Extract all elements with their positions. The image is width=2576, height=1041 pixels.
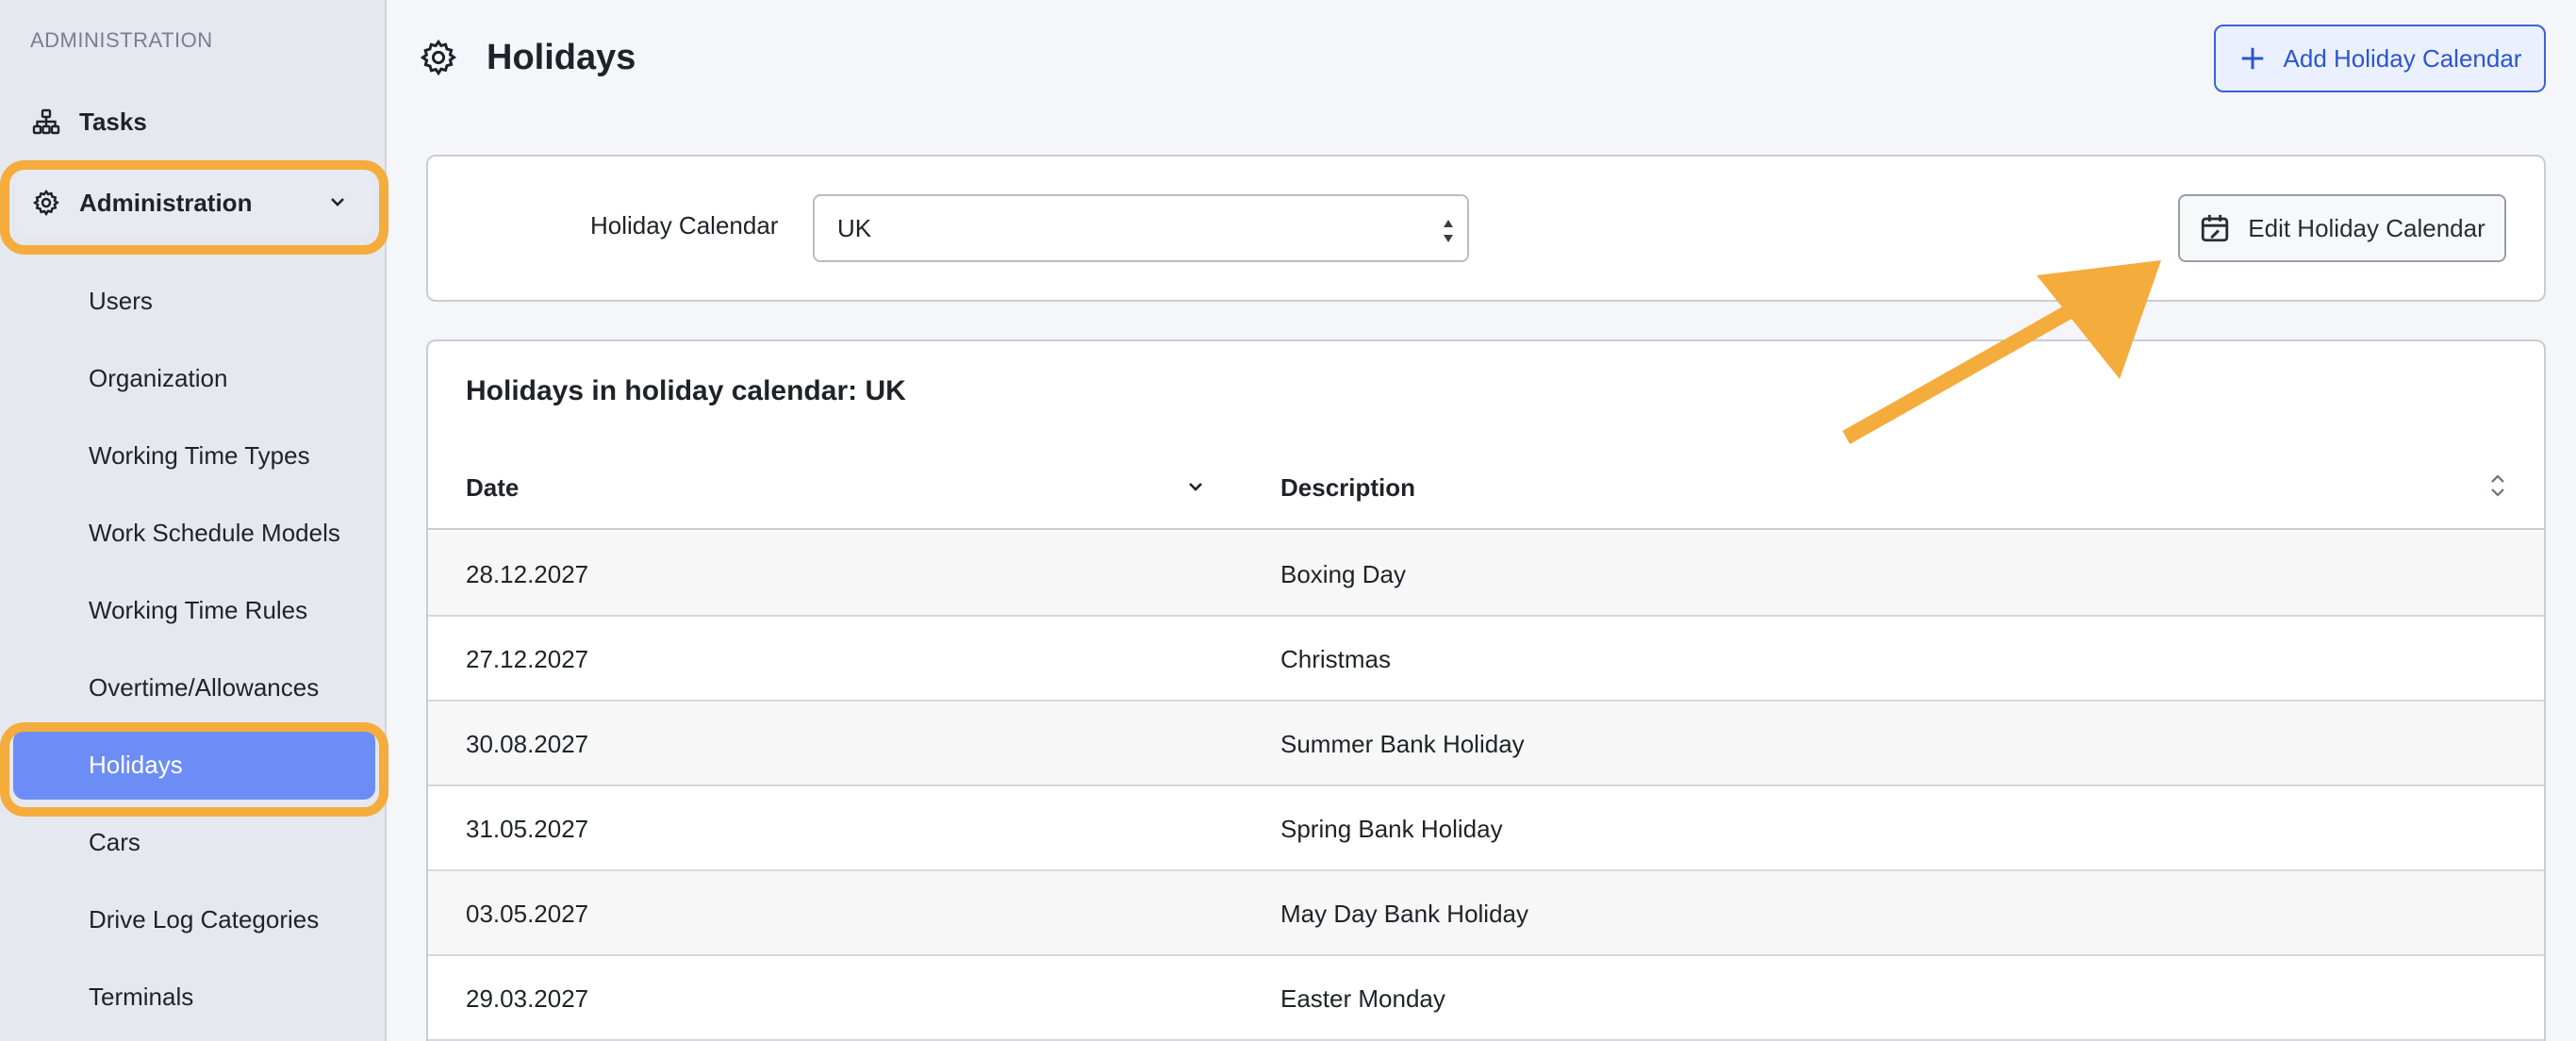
cell-description: Easter Monday xyxy=(1280,984,1445,1013)
sidebar: ADMINISTRATION Tasks Administration User… xyxy=(0,0,388,1041)
sidebar-item-label: Work Schedule Models xyxy=(89,518,340,547)
cell-date: 27.12.2027 xyxy=(466,645,589,673)
table-header: Date Description xyxy=(428,445,2544,530)
edit-holiday-calendar-label: Edit Holiday Calendar xyxy=(2248,213,2485,242)
sidebar-item-label: Users xyxy=(89,286,153,315)
cell-description: Christmas xyxy=(1280,645,1392,673)
select-arrows-icon xyxy=(1444,220,1453,242)
table-row[interactable]: 28.12.2027 Boxing Day xyxy=(428,532,2544,617)
holiday-calendar-label: Holiday Calendar xyxy=(590,211,779,240)
column-header-description[interactable]: Description xyxy=(1280,473,1415,503)
cell-date: 29.03.2027 xyxy=(466,984,589,1013)
table-title: Holidays in holiday calendar: UK xyxy=(466,375,906,406)
holiday-calendar-selected-value: UK xyxy=(837,213,872,242)
sidebar-item-administration[interactable]: Administration xyxy=(15,170,373,236)
cell-date: 03.05.2027 xyxy=(466,900,589,928)
table-row[interactable]: 27.12.2027 Christmas xyxy=(428,617,2544,702)
sidebar-item-label: Tasks xyxy=(79,107,147,136)
sidebar-item-working-time-types[interactable]: Working Time Types xyxy=(13,421,375,490)
sidebar-item-label: Cars xyxy=(89,827,140,856)
sidebar-item-users[interactable]: Users xyxy=(13,266,375,336)
plus-icon xyxy=(2241,47,2263,70)
cell-date: 31.05.2027 xyxy=(466,815,589,843)
cell-description: May Day Bank Holiday xyxy=(1280,900,1528,928)
sidebar-item-overtime-allowances[interactable]: Overtime/Allowances xyxy=(13,653,375,722)
table-row[interactable]: 31.05.2027 Spring Bank Holiday xyxy=(428,786,2544,871)
sidebar-item-label: Terminals xyxy=(89,982,194,1011)
sidebar-item-tasks[interactable]: Tasks xyxy=(15,89,373,155)
holidays-table-card: Holidays in holiday calendar: UK Date De… xyxy=(426,339,2546,1041)
sidebar-item-terminals[interactable]: Terminals xyxy=(13,962,375,1032)
sidebar-item-label: Organization xyxy=(89,363,228,392)
sidebar-item-work-schedule-models[interactable]: Work Schedule Models xyxy=(13,498,375,568)
cell-date: 28.12.2027 xyxy=(466,560,589,588)
add-holiday-calendar-label: Add Holiday Calendar xyxy=(2283,43,2522,73)
hierarchy-icon xyxy=(30,106,62,138)
sidebar-item-label: Holidays xyxy=(89,750,183,779)
cell-description: Spring Bank Holiday xyxy=(1280,815,1503,843)
sidebar-item-label: Drive Log Categories xyxy=(89,904,320,934)
cell-date: 30.08.2027 xyxy=(466,730,589,758)
sidebar-item-drive-log-categories[interactable]: Drive Log Categories xyxy=(13,884,375,954)
sidebar-item-label: Working Time Rules xyxy=(89,595,308,624)
sidebar-item-label: Administration xyxy=(79,188,253,217)
sidebar-item-label: Overtime/Allowances xyxy=(89,672,320,702)
table-row[interactable]: 30.08.2027 Summer Bank Holiday xyxy=(428,702,2544,786)
sidebar-item-working-time-rules[interactable]: Working Time Rules xyxy=(13,575,375,645)
cell-description: Summer Bank Holiday xyxy=(1280,730,1525,758)
sidebar-item-holidays[interactable]: Holidays xyxy=(13,730,375,800)
holiday-calendar-select[interactable]: UK xyxy=(813,194,1469,262)
sidebar-item-label: Working Time Types xyxy=(89,440,310,470)
gear-icon xyxy=(30,187,62,219)
table-row[interactable]: 03.05.2027 May Day Bank Holiday xyxy=(428,871,2544,956)
edit-holiday-calendar-button[interactable]: Edit Holiday Calendar xyxy=(2178,194,2506,262)
calendar-filter-card: Holiday Calendar UK Edit Holiday Calenda… xyxy=(426,155,2546,302)
add-holiday-calendar-button[interactable]: Add Holiday Calendar xyxy=(2214,25,2546,92)
page-header: Holidays xyxy=(419,28,636,87)
sidebar-section-label: ADMINISTRATION xyxy=(30,28,213,52)
cell-description: Boxing Day xyxy=(1280,560,1406,588)
sidebar-item-organization[interactable]: Organization xyxy=(13,343,375,413)
gear-icon xyxy=(420,39,457,76)
table-row[interactable]: 29.03.2027 Easter Monday xyxy=(428,956,2544,1041)
page-title: Holidays xyxy=(487,37,636,77)
sidebar-item-cars[interactable]: Cars xyxy=(13,807,375,877)
calendar-edit-icon xyxy=(2202,214,2229,242)
column-header-date[interactable]: Date xyxy=(466,473,519,503)
sort-unsorted-icon[interactable] xyxy=(2487,470,2508,502)
chevron-down-icon xyxy=(331,198,344,207)
sort-desc-icon[interactable] xyxy=(1184,475,1207,498)
